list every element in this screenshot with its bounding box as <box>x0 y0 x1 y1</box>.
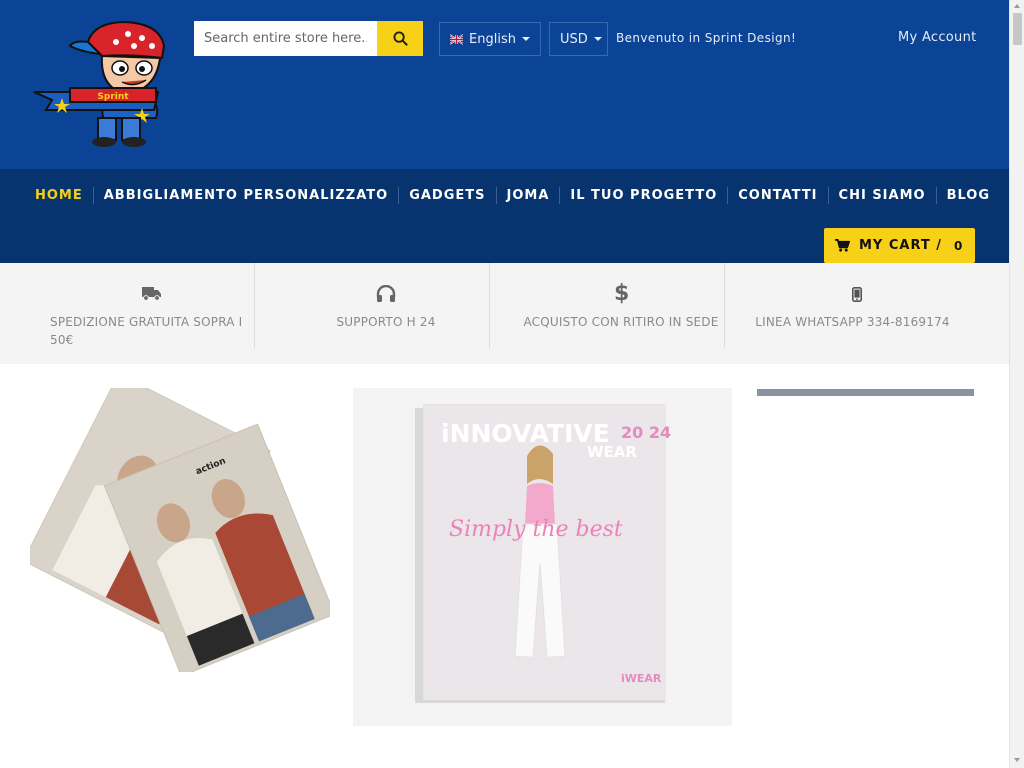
search-input[interactable] <box>194 21 377 56</box>
uk-flag-icon <box>450 33 464 45</box>
menu-divider <box>559 187 561 204</box>
features-strip: SPEDIZIONE GRATUITA SOPRA I 50€ SUPPORTO… <box>0 263 1009 364</box>
feature-text: SUPPORTO H 24 <box>336 315 436 329</box>
scrollbar-thumb[interactable] <box>1013 13 1022 45</box>
chevron-down-icon <box>593 37 602 41</box>
shopping-cart-icon <box>835 239 850 252</box>
nav-item-blog[interactable]: BLOG <box>947 188 990 203</box>
scroll-down-arrow-icon[interactable] <box>1014 758 1020 762</box>
feature-support: SUPPORTO H 24 <box>255 263 490 364</box>
feature-pickup: $ ACQUISTO CON RITIRO IN SEDE <box>490 263 725 364</box>
my-account-link[interactable]: My Account <box>898 30 977 45</box>
welcome-message: Benvenuto in Sprint Design! <box>616 31 797 45</box>
menu-divider <box>727 187 729 204</box>
nav-item-gadgets[interactable]: GADGETS <box>409 188 485 203</box>
dollar-icon: $ <box>614 281 630 306</box>
catalog-footer-brand: iWEAR <box>621 672 662 685</box>
feature-text: ACQUISTO CON RITIRO IN SEDE <box>523 315 719 329</box>
catalog-script: Simply the best <box>449 517 623 542</box>
headphones-icon <box>376 285 396 302</box>
menu-divider <box>92 187 94 204</box>
chevron-down-icon <box>522 37 530 41</box>
my-cart-button[interactable]: MY CART / 0 <box>824 228 975 263</box>
feature-free-shipping: SPEDIZIONE GRATUITA SOPRA I 50€ <box>0 263 255 364</box>
nav-item-joma[interactable]: JOMA <box>507 188 550 203</box>
currency-label: USD <box>560 31 588 47</box>
menu-divider <box>935 187 937 204</box>
main-menu: HOME ABBIGLIAMENTO PERSONALIZZATO GADGET… <box>35 187 990 204</box>
catalog-banner-center[interactable]: iNNOVATIVE WEAR 20 24 Simply the best iW… <box>353 388 732 726</box>
menu-divider <box>827 187 829 204</box>
cart-count: 0 <box>954 238 963 253</box>
feature-text: SPEDIZIONE GRATUITA SOPRA I 50€ <box>50 315 243 347</box>
nav-item-contatti[interactable]: CONTATTI <box>738 188 817 203</box>
cart-label: MY CART / <box>859 238 943 253</box>
menu-divider <box>495 187 497 204</box>
catalog-title: iNNOVATIVE <box>441 419 610 448</box>
search-button[interactable] <box>377 21 423 56</box>
language-label: English <box>469 31 516 47</box>
feature-whatsapp: LINEA WHATSAPP 334-8169174 <box>725 263 980 364</box>
mobile-phone-icon <box>852 287 862 302</box>
nav-item-il-tuo-progetto[interactable]: IL TUO PROGETTO <box>570 188 717 203</box>
search-icon <box>392 31 408 46</box>
banner-right-partial[interactable] <box>757 389 974 396</box>
menu-divider <box>398 187 400 204</box>
nav-item-home[interactable]: HOME <box>35 188 83 203</box>
scroll-up-arrow-icon[interactable] <box>1014 4 1020 8</box>
sprint-mascot-logo[interactable]: Sprint <box>30 18 170 150</box>
site-header: Sprint English USD Benvenuto <box>0 0 1009 169</box>
feature-text: LINEA WHATSAPP 334-8169174 <box>755 315 950 329</box>
truck-icon <box>142 287 161 301</box>
svg-text:Sprint: Sprint <box>97 92 129 102</box>
nav-item-abbigliamento-personalizzato[interactable]: ABBIGLIAMENTO PERSONALIZZATO <box>104 188 388 203</box>
page-scrollbar[interactable] <box>1009 0 1024 768</box>
nav-item-chi-siamo[interactable]: CHI SIAMO <box>839 188 926 203</box>
catalog-subtitle: WEAR <box>587 443 637 461</box>
search-bar <box>194 21 423 56</box>
catalog-banner-left[interactable]: action <box>30 388 330 672</box>
language-selector[interactable]: English <box>439 22 541 56</box>
currency-selector[interactable]: USD <box>549 22 608 56</box>
catalog-year: 20 24 <box>621 423 671 442</box>
